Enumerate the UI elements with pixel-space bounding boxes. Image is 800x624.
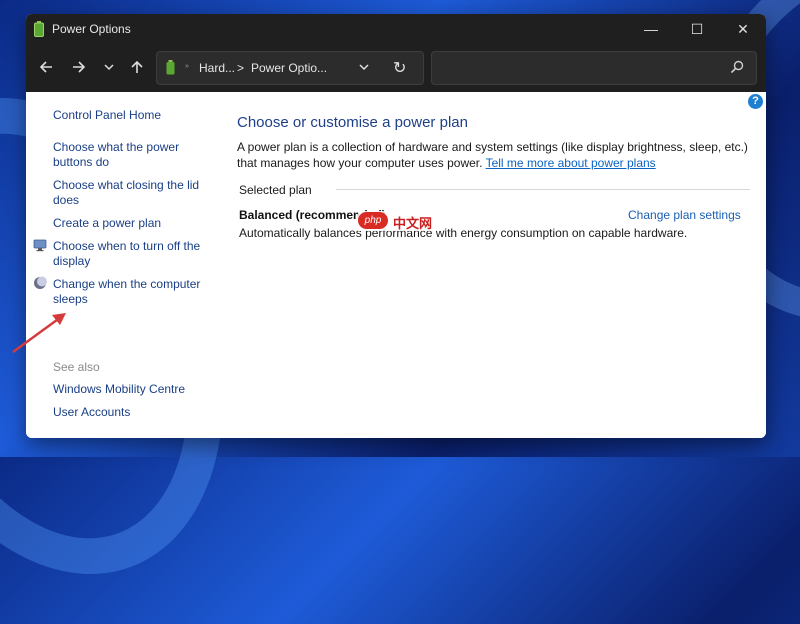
refresh-icon[interactable]: ↻ <box>393 58 406 78</box>
sidebar-item-closing-lid[interactable]: Choose what closing the lid does <box>53 178 218 208</box>
breadcrumb-power-options[interactable]: Power Optio... <box>251 61 327 75</box>
monitor-icon <box>33 239 47 252</box>
navigation-bar: » Hard... > Power Optio... ↻ <box>26 44 766 92</box>
up-arrow-icon[interactable] <box>127 59 147 79</box>
battery-icon <box>34 21 44 37</box>
minimize-button[interactable]: — <box>628 14 674 44</box>
forward-arrow-icon[interactable] <box>69 59 89 79</box>
maximize-button[interactable]: ☐ <box>674 14 720 44</box>
page-title: Choose or customise a power plan <box>237 114 468 131</box>
back-arrow-icon[interactable] <box>36 59 56 79</box>
window-title: Power Options <box>52 22 131 36</box>
see-also-heading: See also <box>53 360 100 374</box>
selected-plan-label: Selected plan <box>239 183 312 197</box>
search-icon[interactable] <box>730 60 744 74</box>
change-plan-settings-link[interactable]: Change plan settings <box>628 208 741 222</box>
address-dropdown-chevron-icon[interactable] <box>358 61 370 76</box>
site-watermark: php 中文网 <box>358 211 442 231</box>
breadcrumb-separator: > <box>237 61 245 75</box>
sidebar-link-user-accounts[interactable]: User Accounts <box>53 405 218 420</box>
watermark-badge: php <box>358 212 388 229</box>
battery-icon <box>166 60 175 75</box>
breadcrumb-hardware[interactable]: Hard... <box>199 61 235 75</box>
moon-icon <box>34 276 47 289</box>
section-divider <box>336 189 750 190</box>
power-options-window: Power Options — ☐ ✕ » Hard... > Power Op… <box>26 14 766 438</box>
sidebar-item-create-plan[interactable]: Create a power plan <box>53 216 218 231</box>
sidebar-item-computer-sleeps[interactable]: Change when the computer sleeps <box>53 277 218 307</box>
learn-more-link[interactable]: Tell me more about power plans <box>486 156 656 170</box>
watermark-text: 中文网 <box>393 216 433 231</box>
address-overflow-indicator[interactable]: » <box>185 63 189 70</box>
recent-locations-chevron-icon[interactable] <box>99 61 119 78</box>
plan-summary: Automatically balances performance with … <box>239 226 688 240</box>
search-box[interactable] <box>431 51 757 85</box>
sidebar-item-turn-off-display[interactable]: Choose when to turn off the display <box>53 239 218 269</box>
sidebar-control-panel-home[interactable]: Control Panel Home <box>53 108 218 123</box>
sidebar-link-mobility-centre[interactable]: Windows Mobility Centre <box>53 382 218 397</box>
help-icon[interactable]: ? <box>748 94 763 109</box>
sidebar-item-power-buttons[interactable]: Choose what the power buttons do <box>53 140 218 170</box>
title-bar[interactable]: Power Options — ☐ ✕ <box>26 14 766 44</box>
address-bar[interactable]: » Hard... > Power Optio... ↻ <box>156 51 424 85</box>
content-area: ? Control Panel Home Choose what the pow… <box>26 92 766 438</box>
plan-description-paragraph: A power plan is a collection of hardware… <box>237 139 749 171</box>
close-button[interactable]: ✕ <box>720 14 766 44</box>
